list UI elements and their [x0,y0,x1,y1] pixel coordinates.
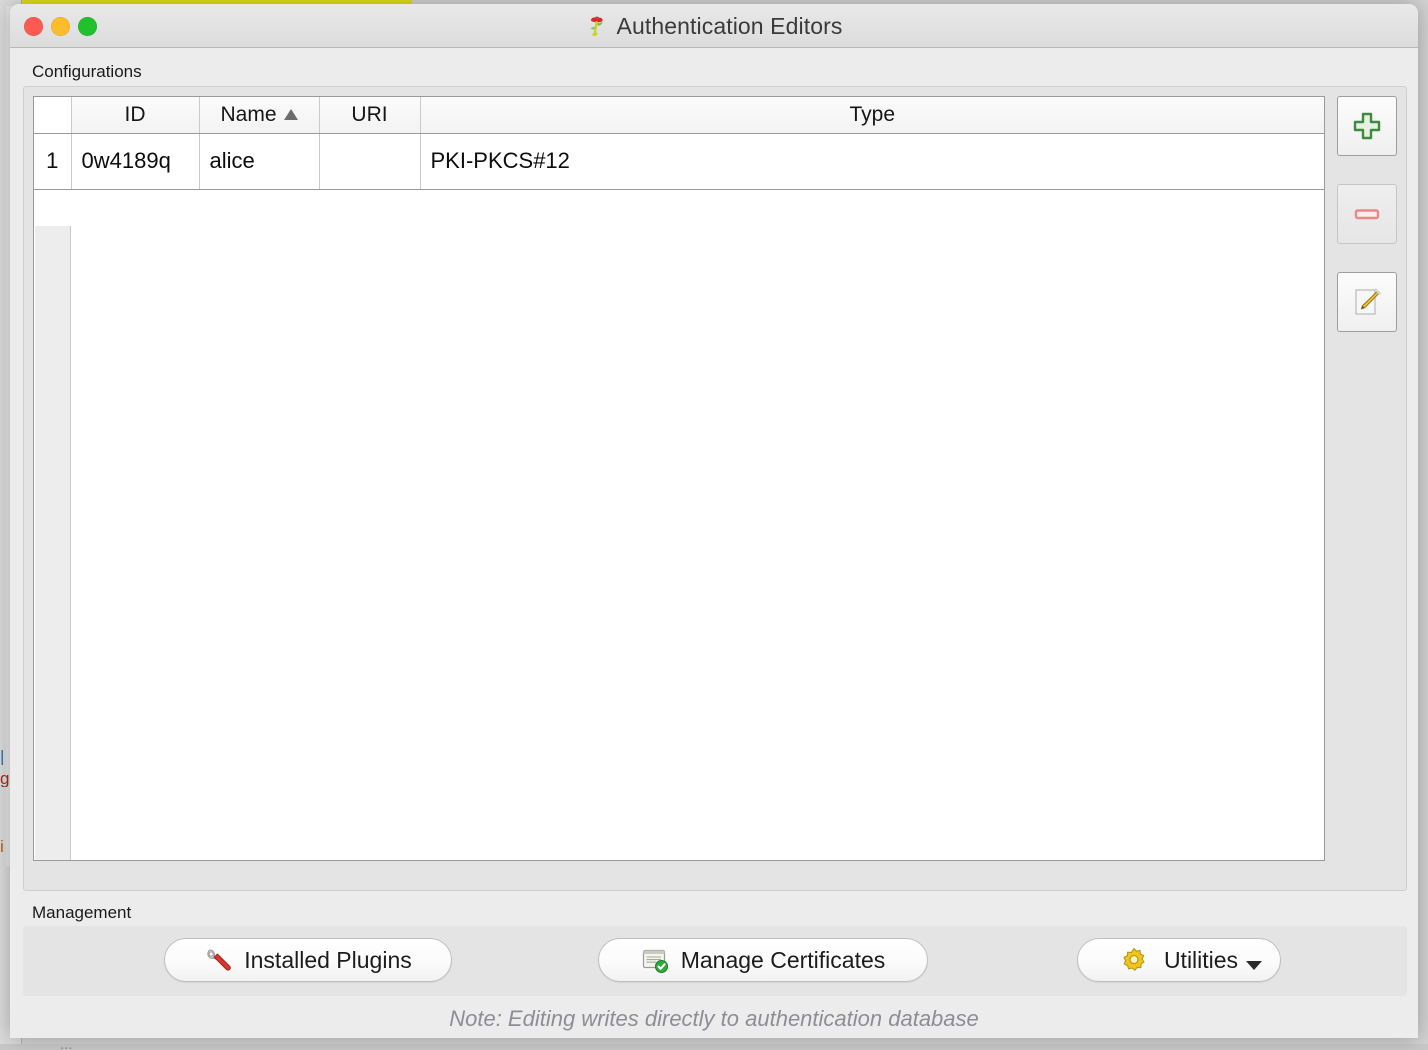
configurations-panel: ID Name URI [23,86,1407,891]
column-header-uri[interactable]: URI [319,97,420,133]
window-titlebar[interactable]: Authentication Editors [10,4,1418,48]
manage-certificates-label: Manage Certificates [681,947,886,974]
manage-certificates-button[interactable]: Manage Certificates [598,938,928,982]
configurations-group-label: Configurations [32,62,142,82]
installed-plugins-button[interactable]: Installed Plugins [164,938,452,982]
row-number-gutter-filler [35,226,71,861]
column-header-id-label: ID [125,103,146,127]
table-header-corner [34,97,71,133]
configurations-table: ID Name URI [34,97,1324,190]
sort-ascending-icon [284,109,298,120]
window-title-group: Authentication Editors [10,4,1418,48]
background-bottom-text: ... [60,1036,960,1050]
configurations-toolbar [1337,96,1400,360]
wrench-icon [204,946,232,974]
utilities-button[interactable]: Utilities [1077,938,1281,982]
management-group-label: Management [32,903,131,923]
column-header-name[interactable]: Name [199,97,319,133]
configurations-table-container[interactable]: ID Name URI [33,96,1325,861]
cell-type[interactable]: PKI-PKCS#12 [420,133,1324,189]
minus-icon [1352,199,1382,229]
plus-icon [1352,111,1382,141]
edit-configuration-button[interactable] [1337,272,1397,332]
chevron-down-icon[interactable] [1246,961,1262,970]
pencil-icon [1352,287,1382,317]
tulip-app-icon [586,15,608,37]
column-header-type[interactable]: Type [420,97,1324,133]
column-header-uri-label: URI [351,103,387,127]
cell-uri[interactable] [319,133,420,189]
window-title: Authentication Editors [617,13,843,40]
table-header-row: ID Name URI [34,97,1324,133]
management-panel: Installed Plugins Manage Certificates [23,926,1407,996]
add-configuration-button[interactable] [1337,96,1397,156]
column-header-type-label: Type [849,103,895,127]
column-header-id[interactable]: ID [71,97,199,133]
table-row[interactable]: 1 0w4189q alice PKI-PKCS#12 [34,133,1324,189]
footer-note: Note: Editing writes directly to authent… [10,1006,1418,1032]
column-header-name-label: Name [220,103,276,127]
row-number-cell: 1 [34,133,71,189]
installed-plugins-label: Installed Plugins [244,947,412,974]
window-body: Configurations [10,48,1418,1038]
gear-icon [1120,946,1148,974]
utilities-label: Utilities [1164,947,1238,974]
remove-configuration-button[interactable] [1337,184,1397,244]
cell-name[interactable]: alice [199,133,319,189]
cell-id[interactable]: 0w4189q [71,133,199,189]
authentication-editors-window: Authentication Editors Configurations [10,4,1418,1038]
certificate-check-icon [641,946,669,974]
